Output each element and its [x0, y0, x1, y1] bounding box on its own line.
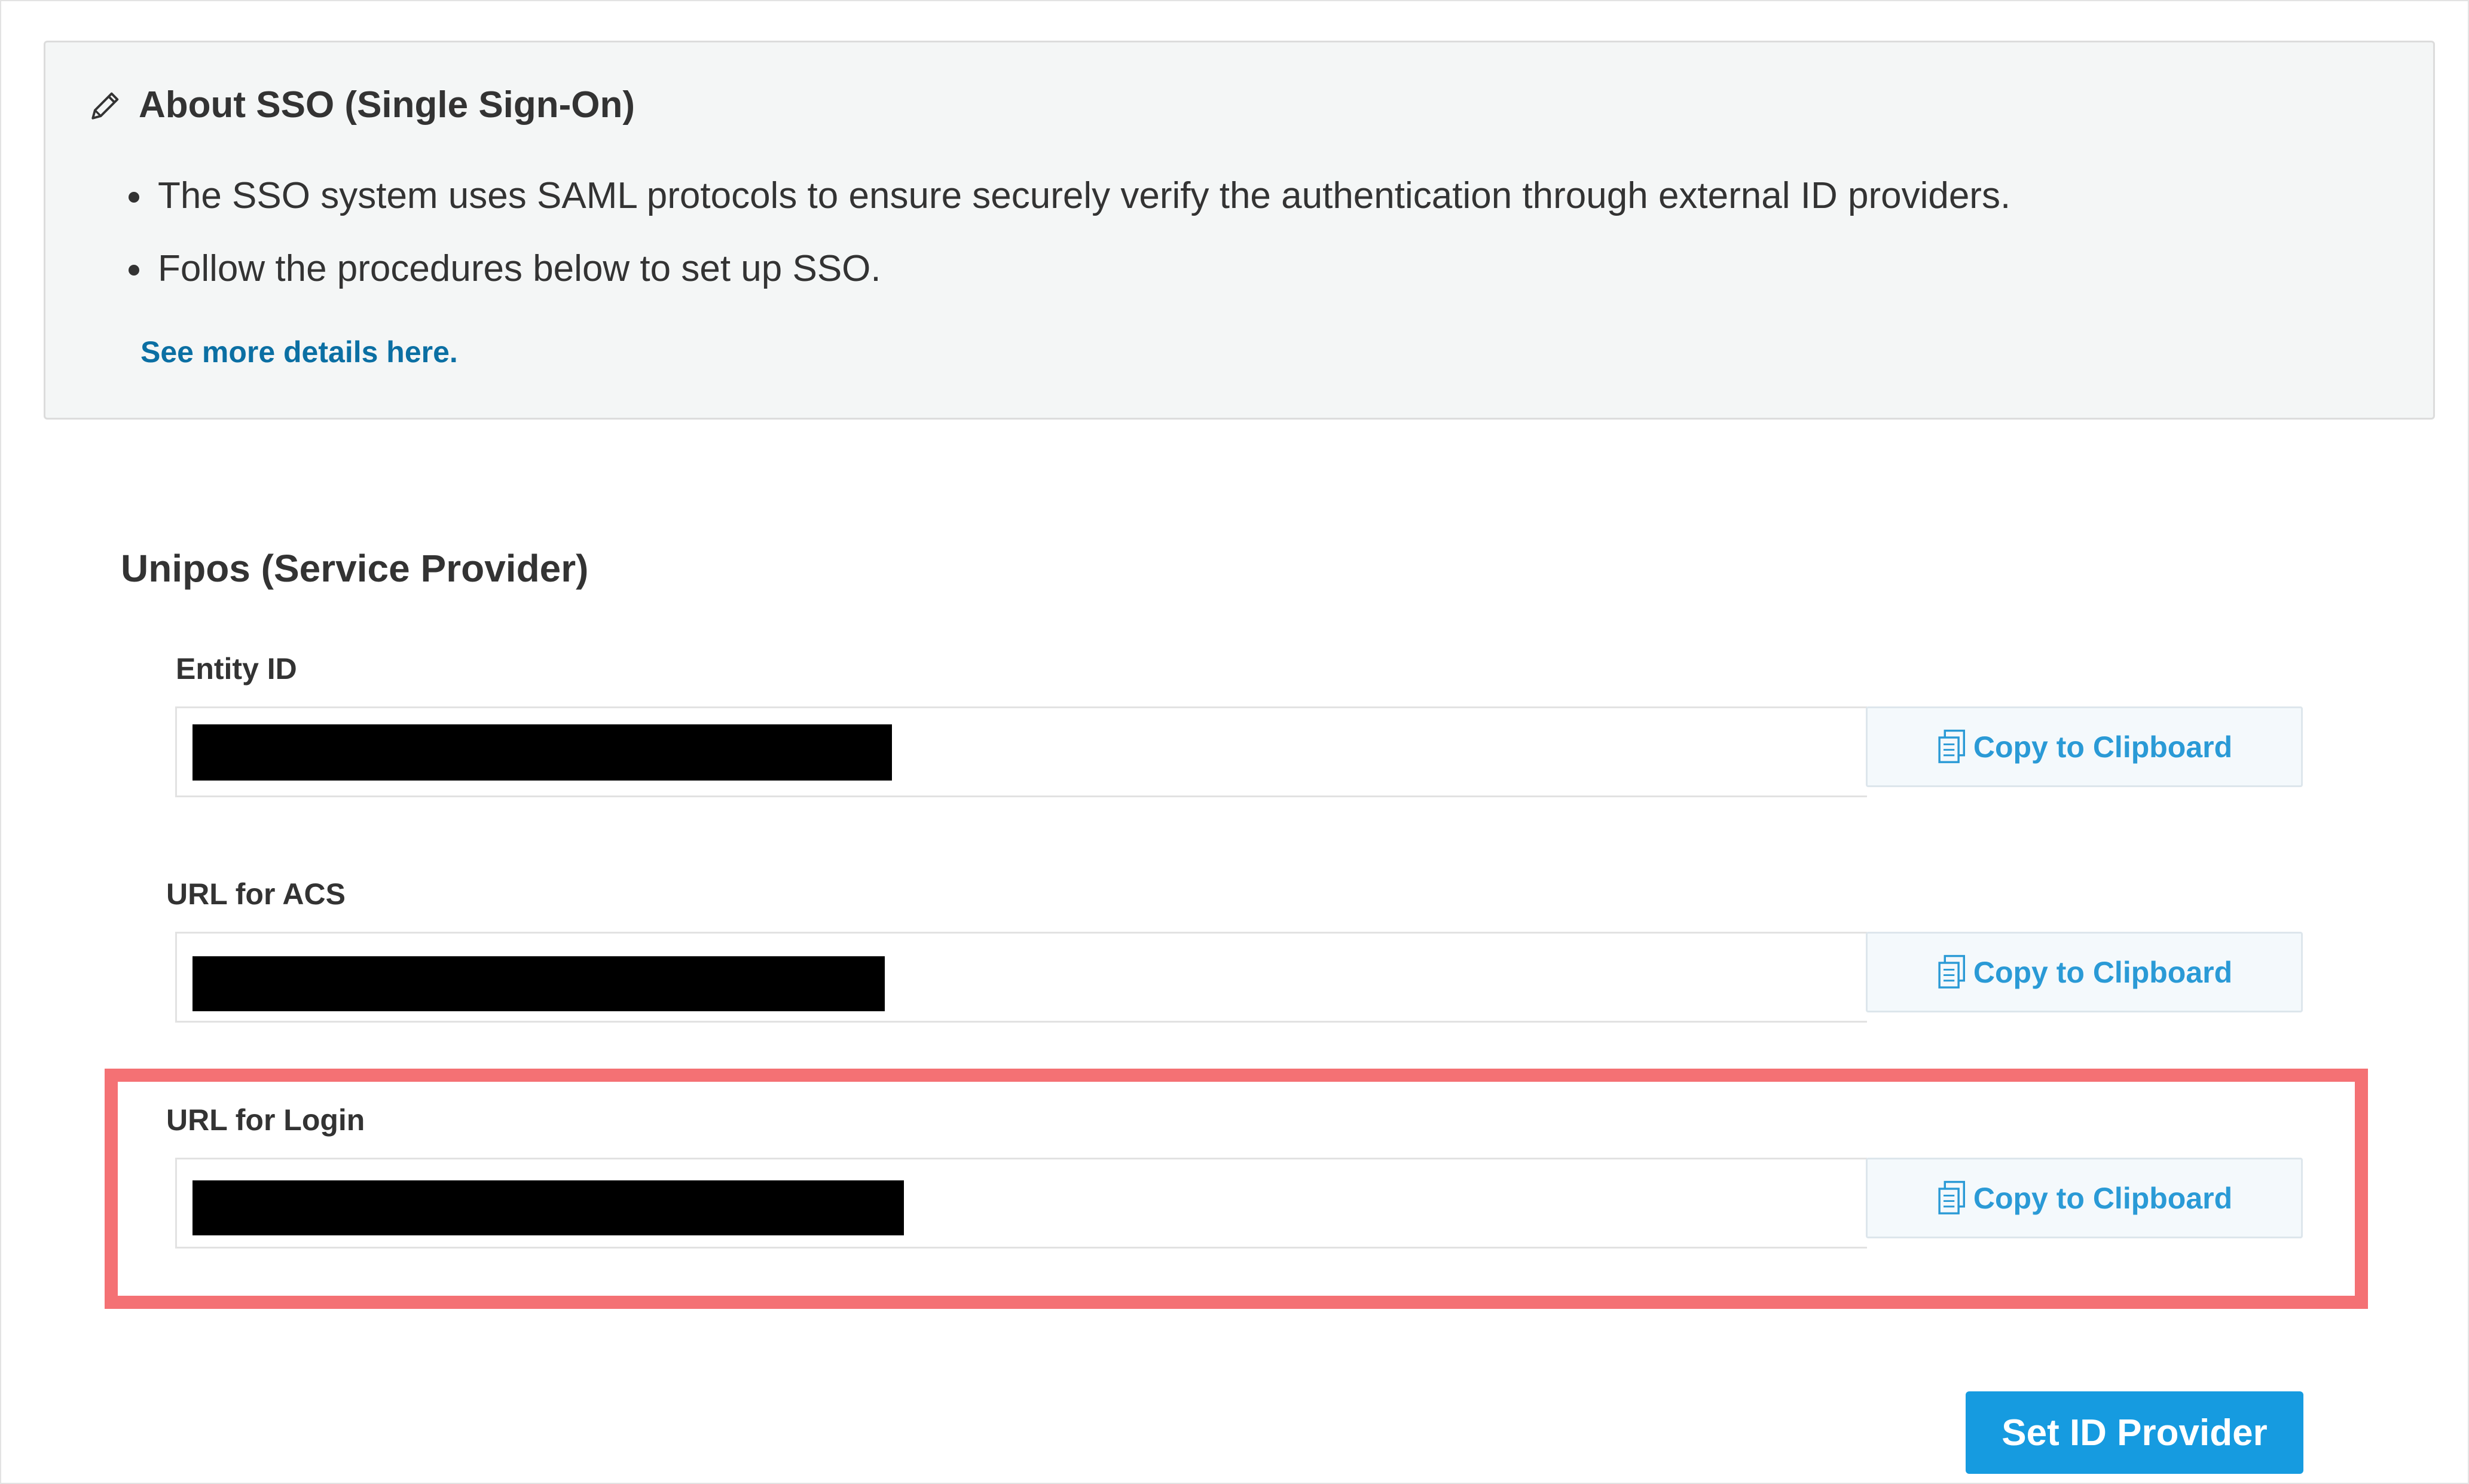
bullet-item: Follow the procedures below to set up SS… [154, 232, 2010, 305]
clipboard-icon [1938, 729, 1965, 763]
pencil-icon [91, 92, 119, 120]
login-url-highlight-box [105, 1069, 2368, 1309]
see-more-details-link[interactable]: See more details here. [140, 335, 458, 369]
service-provider-title: Unipos (Service Provider) [121, 547, 589, 590]
about-sso-header: About SSO (Single Sign-On) [88, 84, 635, 126]
sso-settings-page: About SSO (Single Sign-On) The SSO syste… [0, 0, 2469, 1484]
redacted-value [192, 956, 885, 1011]
clipboard-icon [1938, 954, 1965, 989]
entity-id-label: Entity ID [176, 652, 297, 686]
entity-id-field[interactable] [175, 706, 1867, 797]
bullet-item: The SSO system uses SAML protocols to en… [154, 160, 2010, 232]
copy-label: Copy to Clipboard [1973, 730, 2233, 764]
copy-acs-url-button[interactable]: Copy to Clipboard [1866, 932, 2303, 1012]
redacted-value [192, 724, 892, 781]
set-id-provider-button[interactable]: Set ID Provider [1966, 1391, 2303, 1474]
copy-label: Copy to Clipboard [1973, 955, 2233, 989]
about-sso-bullets: The SSO system uses SAML protocols to en… [118, 160, 2010, 305]
acs-url-label: URL for ACS [166, 877, 346, 911]
about-sso-title: About SSO (Single Sign-On) [139, 84, 635, 126]
copy-entity-id-button[interactable]: Copy to Clipboard [1866, 706, 2303, 787]
acs-url-field[interactable] [175, 932, 1867, 1023]
